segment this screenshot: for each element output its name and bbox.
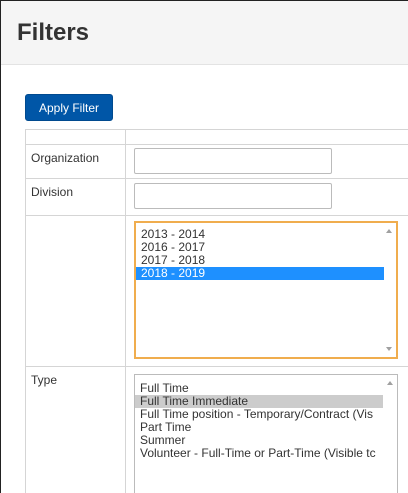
organization-value-cell (126, 145, 408, 178)
division-value-cell (126, 179, 408, 215)
division-input[interactable] (134, 183, 332, 209)
scroll-up-arrow-icon[interactable] (386, 229, 392, 233)
division-row: Division (26, 179, 408, 216)
page-title: Filters (17, 19, 90, 46)
type-option[interactable]: Volunteer - Full-Time or Part-Time (Visi… (135, 447, 383, 460)
scroll-up-arrow-icon[interactable] (387, 381, 393, 385)
type-value-cell: Full Time Full Time Immediate Full Time po… (126, 367, 408, 493)
apply-filter-button[interactable]: Apply Filter (25, 94, 113, 121)
filter-table-spacer-row (26, 130, 408, 145)
type-listbox[interactable]: Full Time Full Time Immediate Full Time po… (134, 374, 398, 493)
year-listbox[interactable]: 2013 - 2014 2016 - 2017 2017 - 2018 2018 - … (134, 221, 398, 359)
filters-header: Filters (1, 1, 408, 65)
filters-page: Filters Apply Filter Organization Divisi… (0, 0, 408, 493)
organization-label: Organization (26, 145, 126, 178)
organization-input[interactable] (134, 148, 332, 174)
year-options: 2013 - 2014 2016 - 2017 2017 - 2018 2018 - … (136, 228, 384, 280)
filter-table: Organization Division 2013 - 2014 2016 - … (25, 129, 408, 493)
spacer-label-cell (26, 130, 126, 144)
organization-row: Organization (26, 145, 408, 179)
year-value-cell: 2013 - 2014 2016 - 2017 2017 - 2018 2018 - … (126, 216, 408, 366)
year-label (26, 216, 126, 366)
division-label: Division (26, 179, 126, 215)
type-label: Type (26, 367, 126, 493)
scroll-down-arrow-icon[interactable] (386, 347, 392, 351)
year-row: 2013 - 2014 2016 - 2017 2017 - 2018 2018 - … (26, 216, 408, 367)
year-option[interactable]: 2018 - 2019 (136, 267, 384, 280)
type-options: Full Time Full Time Immediate Full Time po… (135, 382, 383, 460)
type-row: Type Full Time Full Time Immediate Full Ti… (26, 367, 408, 493)
